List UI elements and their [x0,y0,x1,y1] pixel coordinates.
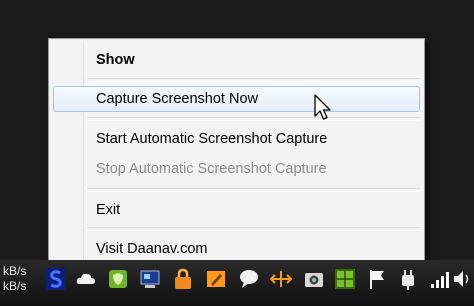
menu-item-capture-now-label: Capture Screenshot Now [96,91,258,107]
signal-bars-icon[interactable] [428,268,450,290]
menu-item-show-label: Show [96,52,135,68]
chat-bubble-icon[interactable] [238,268,260,290]
flag-icon[interactable] [366,268,388,290]
menu-item-stop-auto-capture: Stop Automatic Screenshot Capture [53,156,420,182]
plug-icon[interactable] [397,268,419,290]
menu-item-stop-auto-label: Stop Automatic Screenshot Capture [96,161,327,177]
lock-icon[interactable] [172,268,194,290]
network-speed-meter: kB/s kB/s [3,264,26,294]
camera-icon[interactable] [303,268,325,290]
menu-separator [87,78,420,82]
menu-separator [87,188,420,192]
arrows-icon[interactable] [270,268,292,290]
mouse-pointer-icon [314,94,331,120]
menu-item-capture-now[interactable]: Capture Screenshot Now [53,86,420,112]
menu-item-show[interactable]: Show [53,47,420,73]
tray-context-menu: Show Capture Screenshot Now Start Automa… [48,38,425,269]
menu-icon-gutter [83,41,87,266]
menu-item-exit[interactable]: Exit [53,197,420,223]
green-grid-icon[interactable] [334,268,356,290]
cloud-icon[interactable] [75,268,97,290]
menu-separator [87,227,420,231]
menu-item-start-auto-capture[interactable]: Start Automatic Screenshot Capture [53,126,420,152]
volume-icon[interactable] [452,268,472,290]
menu-item-visit-label: Visit Daanav.com [96,241,208,257]
pencil-icon[interactable] [205,268,227,290]
net-download-rate: kB/s [3,279,27,293]
net-upload-rate: kB/s [3,264,27,278]
menu-item-exit-label: Exit [96,202,121,218]
menu-item-visit-site[interactable]: Visit Daanav.com [53,236,420,262]
s-app-icon[interactable] [45,268,67,290]
shield-icon[interactable] [107,268,129,290]
taskbar: kB/s kB/s [0,260,474,306]
menu-item-start-auto-label: Start Automatic Screenshot Capture [96,131,328,147]
menu-separator [87,117,420,121]
network-icon[interactable] [139,268,161,290]
